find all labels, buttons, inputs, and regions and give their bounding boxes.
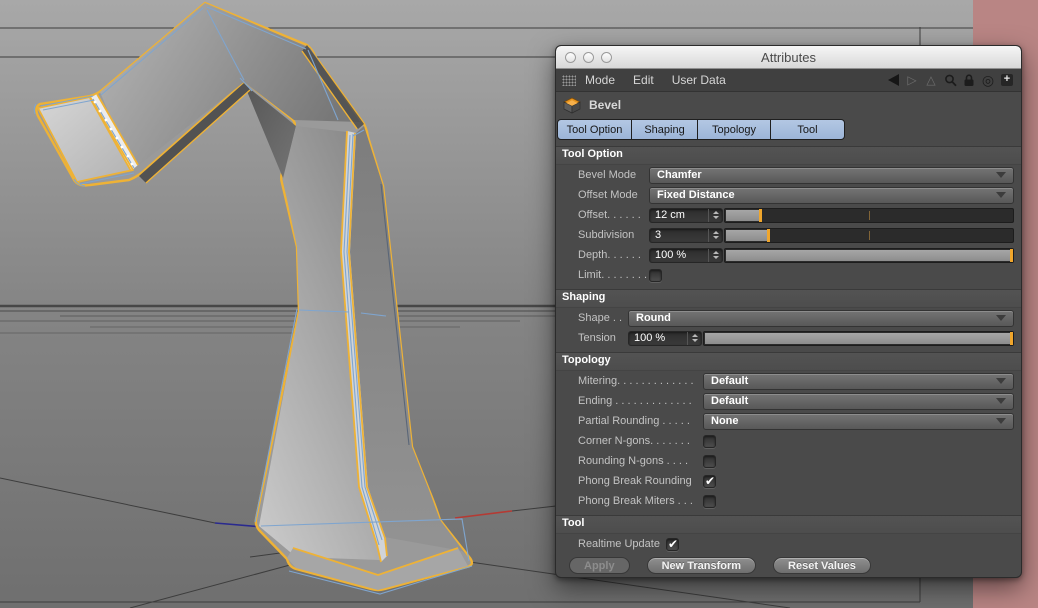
history-forward-icon[interactable]: ▷ xyxy=(904,72,920,88)
lock-icon[interactable] xyxy=(961,72,977,88)
menu-user-data[interactable]: User Data xyxy=(672,73,726,87)
row-phong-break-miters: Phong Break Miters . . . xyxy=(556,491,1021,511)
section-header-shaping: Shaping xyxy=(556,289,1021,308)
offset-input[interactable]: 12 cm xyxy=(649,207,723,223)
object-name: Bevel xyxy=(589,98,622,112)
rounding-ngons-checkbox[interactable] xyxy=(703,454,716,468)
corner-ngons-label: Corner N-gons. . . . . . . xyxy=(578,435,690,447)
depth-input[interactable]: 100 % xyxy=(649,247,723,263)
row-rounding-ngons: Rounding N-gons . . . . xyxy=(556,451,1021,471)
row-tension: Tension 100 % xyxy=(556,328,1021,348)
row-partial-rounding: Partial Rounding . . . . . None xyxy=(556,411,1021,431)
subdivision-input[interactable]: 3 xyxy=(649,227,723,243)
bevel-mode-label: Bevel Mode xyxy=(578,169,637,181)
object-header: Bevel xyxy=(556,92,1021,118)
limit-checkbox[interactable] xyxy=(649,268,662,282)
row-shape: Shape . . Round xyxy=(556,308,1021,328)
grip-dots-icon[interactable] xyxy=(562,74,576,86)
mitering-label: Mitering. . . . . . . . . . . . . xyxy=(578,375,694,387)
stepper-icon[interactable] xyxy=(687,331,701,345)
ending-label: Ending . . . . . . . . . . . . . xyxy=(578,395,692,407)
menu-edit[interactable]: Edit xyxy=(633,73,654,87)
app-window: Attributes Mode Edit User Data ▷ △ ◎ + B… xyxy=(0,0,1038,608)
depth-label: Depth. . . . . . xyxy=(578,249,641,261)
stepper-icon[interactable] xyxy=(708,228,722,242)
tension-label: Tension xyxy=(578,332,616,344)
rounding-ngons-label: Rounding N-gons . . . . xyxy=(578,455,689,467)
chevron-down-icon xyxy=(996,192,1006,198)
apply-button[interactable]: Apply xyxy=(569,557,630,574)
new-transform-button[interactable]: New Transform xyxy=(646,557,757,574)
chevron-down-icon xyxy=(996,398,1006,404)
add-panel-icon[interactable]: + xyxy=(999,72,1015,88)
subdivision-slider[interactable] xyxy=(724,227,1014,243)
menu-mode[interactable]: Mode xyxy=(585,73,615,87)
tension-slider[interactable] xyxy=(703,330,1014,346)
phong-break-rounding-checkbox[interactable] xyxy=(703,474,716,488)
realtime-update-checkbox[interactable] xyxy=(665,537,679,551)
tab-bar: Tool Option Shaping Topology Tool xyxy=(557,118,845,142)
row-subdivision: Subdivision 3 xyxy=(556,225,1021,245)
panel-menubar: Mode Edit User Data ▷ △ ◎ + xyxy=(556,69,1021,92)
tab-tool-option[interactable]: Tool Option xyxy=(557,119,632,140)
subdivision-label: Subdivision xyxy=(578,229,635,241)
row-limit: Limit. . . . . . . . xyxy=(556,265,1021,285)
row-bevel-mode: Bevel Mode Chamfer xyxy=(556,165,1021,185)
chevron-down-icon xyxy=(996,172,1006,178)
limit-label: Limit. . . . . . . . xyxy=(578,269,648,281)
chevron-down-icon xyxy=(996,315,1006,321)
menubar-icons: ▷ △ ◎ + xyxy=(882,72,1015,88)
row-mitering: Mitering. . . . . . . . . . . . . Defaul… xyxy=(556,371,1021,391)
offset-mode-label: Offset Mode xyxy=(578,189,638,201)
reset-values-button[interactable]: Reset Values xyxy=(773,557,871,574)
section-header-tool-option: Tool Option xyxy=(556,146,1021,165)
offset-mode-dropdown[interactable]: Fixed Distance xyxy=(649,186,1014,204)
shape-label: Shape . . xyxy=(578,312,623,324)
partial-rounding-label: Partial Rounding . . . . . xyxy=(578,415,690,427)
tool-buttons: Apply New Transform Reset Values xyxy=(556,557,1021,574)
shape-dropdown[interactable]: Round xyxy=(628,309,1014,327)
bevel-mode-dropdown[interactable]: Chamfer xyxy=(649,166,1014,184)
panel-titlebar[interactable]: Attributes xyxy=(556,46,1021,69)
corner-ngons-checkbox[interactable] xyxy=(703,434,716,448)
mitering-dropdown[interactable]: Default xyxy=(703,372,1014,390)
section-header-tool: Tool xyxy=(556,515,1021,534)
stepper-icon[interactable] xyxy=(708,248,722,262)
attributes-panel: Attributes Mode Edit User Data ▷ △ ◎ + B… xyxy=(555,45,1022,578)
row-realtime-update: Realtime Update xyxy=(556,534,1021,554)
section-header-topology: Topology xyxy=(556,352,1021,371)
depth-slider[interactable] xyxy=(724,247,1014,263)
phong-break-rounding-label: Phong Break Rounding xyxy=(578,475,692,487)
row-ending: Ending . . . . . . . . . . . . . Default xyxy=(556,391,1021,411)
row-phong-break-rounding: Phong Break Rounding xyxy=(556,471,1021,491)
chevron-down-icon xyxy=(996,378,1006,384)
realtime-update-label: Realtime Update xyxy=(578,538,660,550)
tab-tool[interactable]: Tool xyxy=(770,119,845,140)
row-offset: Offset. . . . . . 12 cm xyxy=(556,205,1021,225)
row-depth: Depth. . . . . . 100 % xyxy=(556,245,1021,265)
ending-dropdown[interactable]: Default xyxy=(703,392,1014,410)
tab-shaping[interactable]: Shaping xyxy=(631,119,698,140)
offset-label: Offset. . . . . . xyxy=(578,209,641,221)
search-icon[interactable] xyxy=(942,72,958,88)
chevron-down-icon xyxy=(996,418,1006,424)
bevel-cube-icon xyxy=(563,97,581,114)
pyramid-icon: △ xyxy=(926,73,936,87)
history-back-icon[interactable] xyxy=(885,72,901,88)
offset-slider[interactable] xyxy=(724,207,1014,223)
stepper-icon[interactable] xyxy=(708,208,722,222)
phong-break-miters-label: Phong Break Miters . . . xyxy=(578,495,693,507)
row-offset-mode: Offset Mode Fixed Distance xyxy=(556,185,1021,205)
partial-rounding-dropdown[interactable]: None xyxy=(703,412,1014,430)
row-corner-ngons: Corner N-gons. . . . . . . xyxy=(556,431,1021,451)
target-icon[interactable]: ◎ xyxy=(980,72,996,88)
tension-input[interactable]: 100 % xyxy=(628,330,702,346)
phong-break-miters-checkbox[interactable] xyxy=(703,494,716,508)
window-title: Attributes xyxy=(761,49,816,65)
tab-topology[interactable]: Topology xyxy=(697,119,771,140)
